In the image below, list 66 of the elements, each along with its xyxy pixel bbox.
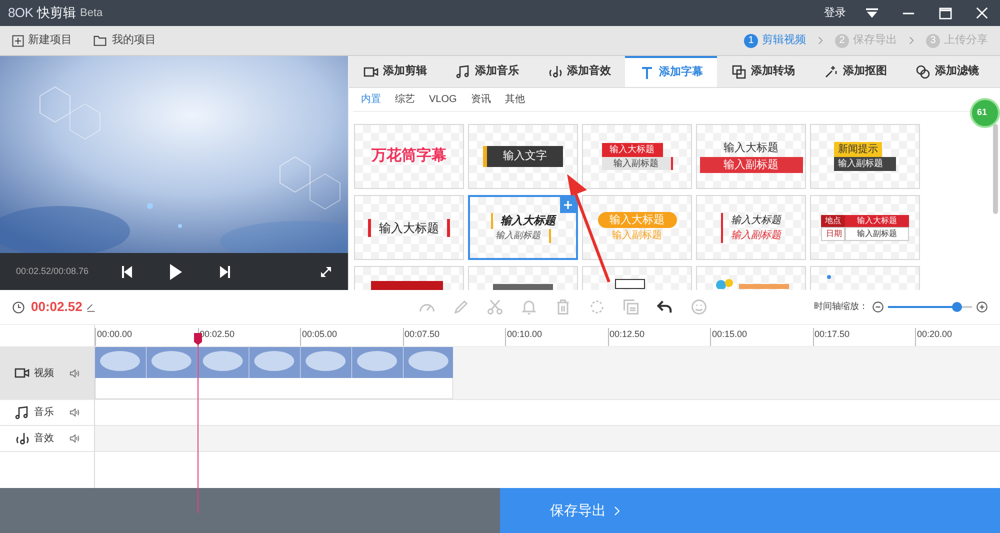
template-title: 输入大标题	[602, 143, 662, 156]
template-subtitle: 输入副标题	[834, 157, 896, 171]
template-label: 地点	[821, 214, 845, 226]
template-title: 输入大标题	[724, 141, 778, 156]
tab[interactable]: 添加剪辑	[349, 56, 441, 87]
ruler-label: 00:20.00	[915, 328, 952, 346]
step-label: 上传分享	[944, 32, 988, 48]
playback-time: 00:02.52/00:08.76	[16, 264, 90, 278]
template-card[interactable]: 新闻提示 输入副标题	[810, 124, 920, 189]
tab[interactable]: 添加音乐	[441, 56, 533, 87]
ruler-label: 00:00.00	[95, 328, 132, 346]
step-label: 保存导出	[853, 33, 897, 48]
new-project-button[interactable]: 新建项目	[12, 32, 72, 49]
ruler-label: 00:07.50	[402, 328, 440, 346]
template-subtitle: 输入副标题	[845, 226, 909, 240]
template-subtitle: 输入副标题	[602, 156, 672, 170]
login-link[interactable]: 登录	[824, 4, 846, 22]
template-title: 输入大标题	[731, 214, 781, 228]
template-subtitle: 输入副标题	[612, 228, 662, 244]
template-title: 新闻提示	[834, 142, 882, 158]
template-title: 输入大标题	[598, 212, 676, 228]
tab[interactable]: 添加音效	[533, 56, 625, 87]
my-projects-button[interactable]: 我的项目	[92, 32, 156, 49]
step-number: 2	[835, 34, 849, 48]
step-number: 3	[926, 34, 940, 48]
track-label: 音乐	[34, 406, 54, 420]
tab[interactable]: 添加字幕	[625, 56, 717, 87]
zoom-label: 时间轴缩放：	[814, 300, 868, 314]
template-label: 日期	[821, 226, 845, 240]
track-label: 视频	[34, 366, 54, 380]
step-number: 1	[744, 34, 758, 48]
template-card[interactable]: 输入大标题 输入副标题	[696, 195, 806, 260]
category-tab[interactable]: 综艺	[395, 92, 415, 107]
ruler-label: 00:15.00	[710, 328, 748, 346]
ruler-label: 00:12.50	[608, 328, 645, 346]
template-subtitle: 输入副标题	[731, 228, 781, 242]
ruler-label: 00:17.50	[812, 328, 850, 346]
template-title: 输入文字	[483, 146, 563, 167]
template-title: 万花筒字幕	[372, 146, 446, 166]
ruler-label: 00:10.00	[505, 328, 542, 346]
category-tab[interactable]: 内置	[361, 92, 381, 107]
current-time: 00:02.52	[31, 298, 82, 316]
template-title: 输入大标题	[845, 214, 909, 226]
template-title: 输入大标题	[368, 218, 450, 236]
template-card[interactable]: 输入文字	[468, 124, 578, 189]
category-tab[interactable]: 资讯	[470, 92, 491, 107]
template-card[interactable]: 输入大标题	[354, 195, 464, 260]
app-logo: 8OK	[8, 4, 34, 22]
tab[interactable]: 添加滤镜	[901, 56, 993, 87]
template-card[interactable]: 输入大标题 输入副标题	[696, 124, 806, 189]
template-card[interactable]: 地点 输入大标题 日期 输入副标题	[810, 195, 920, 260]
template-subtitle: 输入副标题	[700, 156, 802, 173]
template-card[interactable]: 输入大标题 输入副标题	[468, 195, 578, 260]
window-title: 快剪辑	[37, 4, 76, 22]
template-title: 输入大标题	[490, 212, 556, 229]
tab[interactable]: 添加抠图	[809, 56, 901, 87]
category-tab[interactable]: 其他	[504, 92, 525, 107]
category-tab[interactable]: VLOG	[429, 92, 457, 107]
template-card[interactable]: 输入大标题 输入副标题	[582, 124, 692, 189]
track-label: 音效	[34, 432, 54, 446]
beta-label: Beta	[80, 6, 103, 21]
step-label: 剪辑视频	[762, 32, 806, 48]
template-subtitle: 输入副标题	[496, 229, 550, 242]
template-card[interactable]: 万花筒字幕	[354, 124, 464, 189]
ruler-label: 00:05.00	[300, 328, 338, 346]
tab[interactable]: 添加转场	[717, 56, 809, 87]
